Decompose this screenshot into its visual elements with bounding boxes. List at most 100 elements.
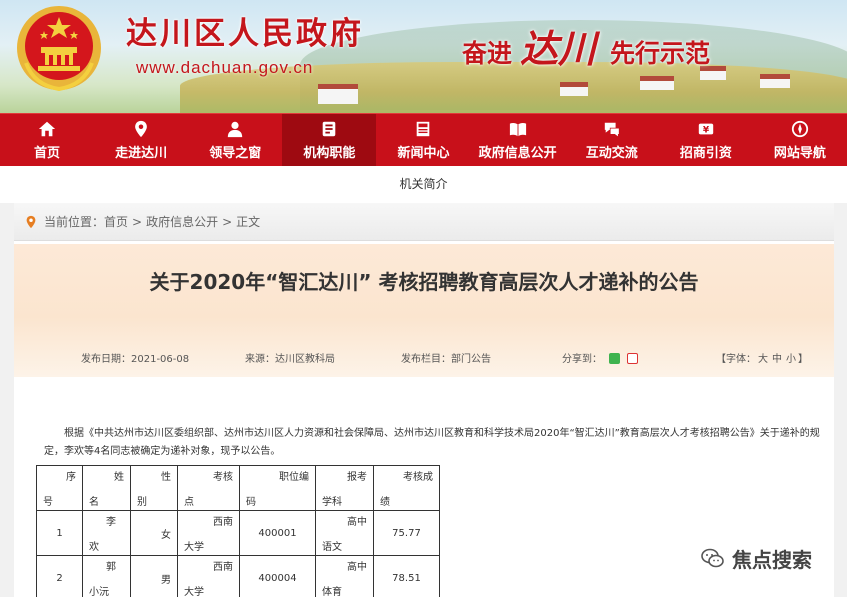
left-margin [0, 166, 14, 597]
header-text: 号 [43, 497, 53, 508]
person-icon [228, 121, 243, 137]
nav-item-interaction[interactable]: 互动交流 [565, 114, 659, 166]
publish-date: 发布日期：2021-06-08 [81, 354, 190, 365]
header-cell: 考核成绩 [373, 465, 440, 511]
row-site: 西南 大学 [177, 510, 240, 556]
watermark-text: 焦点搜索 [732, 548, 812, 572]
candidate-table: 序号 姓名 性别 考核点 职位编码 报考 学科 考核成绩 1 李欢 女 西南 大学 … [36, 465, 440, 597]
name-text: 欢 [89, 542, 99, 553]
article-body: 根据《中共达州市达川区委组织部、达州市达川区人力资源和社会保障局、达州市达川区教… [44, 425, 824, 461]
nav-item-leaders[interactable]: 领导之窗 [188, 114, 282, 166]
nav-item-investment[interactable]: ¥ 招商引资 [659, 114, 753, 166]
slogan-part2: 达川 [520, 26, 597, 71]
row-code: 400001 [239, 510, 316, 556]
header-banner: 达川区人民政府 www.dachuan.gov.cn 奋进 达川 先行示范 [0, 0, 847, 113]
nav-item-about[interactable]: 走进达川 [94, 114, 188, 166]
subject-text: 体育 [322, 587, 342, 597]
nav-label: 走进达川 [115, 145, 168, 161]
watermark: 焦点搜索 [700, 544, 812, 573]
slogan-part1: 奋进 [462, 39, 513, 68]
article-title: 关于2020年“智汇达川” 考核招聘教育高层次人才递补的公告 [149, 270, 699, 294]
nav-item-news[interactable]: 新闻中心 [376, 114, 470, 166]
banner-house [318, 84, 358, 104]
breadcrumb-separator: > [222, 214, 233, 229]
chat-icon [604, 122, 620, 138]
name-text: 郭 [106, 562, 116, 573]
right-margin [834, 166, 847, 597]
main-nav: 首页 走进达川 领导之窗 机构职能 新闻中心 政府信息公开 互动交流 ¥ 招商引… [0, 113, 847, 166]
share-bar: 分享到： [562, 350, 639, 365]
row-subject: 高中语文 [315, 510, 374, 556]
site-url[interactable]: www.dachuan.gov.cn [136, 58, 313, 78]
row-name: 李欢 [82, 510, 131, 556]
news-icon [417, 121, 430, 136]
compass-icon [791, 120, 809, 137]
table-row: 1 李欢 女 西南 大学 400001 高中 语文 75.77 [36, 510, 440, 556]
subject-text: 语文 [322, 542, 342, 553]
subject-text: 高中 [347, 517, 367, 528]
row-score: 78.51 [373, 555, 440, 597]
breadcrumb: 当前位置： 首页 > 政府信息公开 > 正文 [14, 203, 834, 241]
header-cell: 报考 学科 [315, 465, 374, 511]
font-size-prefix: 【字体： [716, 354, 756, 365]
header-cell: 性别 [130, 465, 178, 511]
font-size-suffix: 】 [798, 354, 808, 365]
wechat-share-icon[interactable] [609, 353, 621, 364]
header-text: 报考 [347, 472, 367, 483]
breadcrumb-home[interactable]: 首页 [104, 203, 128, 241]
article-header: 关于2020年“智汇达川” 考核招聘教育高层次人才递补的公告 发布日期：2021… [14, 244, 834, 377]
font-small-link[interactable]: 小 [786, 354, 796, 365]
name-text: 李 [106, 517, 116, 528]
site-text: 大学 [184, 587, 204, 597]
header-text: 别 [137, 497, 147, 508]
breadcrumb-prefix: 当前位置： [44, 214, 105, 229]
sub-nav-tab[interactable]: 机关简介 [0, 166, 847, 203]
site-text: 大学 [184, 542, 204, 553]
nav-label: 机构职能 [303, 145, 356, 161]
slogan: 奋进 达川 先行示范 [462, 18, 710, 73]
table-header-row: 序号 姓名 性别 考核点 职位编码 报考 学科 考核成绩 [36, 465, 440, 511]
name-text: 小沅 [89, 587, 109, 597]
row-gender: 女 [130, 510, 178, 556]
header-cell: 考核点 [177, 465, 240, 511]
book-icon [509, 122, 526, 136]
header-text: 点 [184, 497, 194, 508]
nav-item-sitemap[interactable]: 网站导航 [753, 114, 847, 166]
nav-label: 首页 [34, 145, 61, 161]
row-name: 郭小沅 [82, 555, 131, 597]
row-subject: 高中体育 [315, 555, 374, 597]
font-large-link[interactable]: 大 [758, 354, 768, 365]
org-icon [323, 121, 336, 136]
row-number: 1 [36, 510, 83, 556]
header-text: 绩 [380, 497, 390, 508]
location-pin-icon [26, 215, 36, 228]
money-icon: ¥ [698, 123, 714, 135]
nav-label: 新闻中心 [397, 145, 450, 161]
nav-label: 招商引资 [679, 145, 732, 161]
nav-item-gov-info[interactable]: 政府信息公开 [471, 114, 565, 166]
sub-nav-label[interactable]: 机关简介 [399, 177, 447, 191]
subject-text: 高中 [347, 562, 367, 573]
home-icon [38, 121, 56, 136]
header-cell: 姓名 [82, 465, 131, 511]
article-paragraph: 根据《中共达州市达川区委组织部、达州市达川区人力资源和社会保障局、达州市达川区教… [44, 428, 820, 457]
share-label: 分享到： [562, 354, 602, 365]
gender-text: 男 [161, 575, 171, 586]
location-icon [135, 120, 148, 137]
header-text: 考核 [213, 472, 233, 483]
font-medium-link[interactable]: 中 [772, 354, 782, 365]
header-text: 姓 [114, 472, 124, 483]
row-score: 75.77 [373, 510, 440, 556]
header-text: 考核成 [403, 472, 433, 483]
nav-item-home[interactable]: 首页 [0, 114, 94, 166]
nav-label: 领导之窗 [209, 145, 262, 161]
row-code: 400004 [239, 555, 316, 597]
article-column: 发布栏目：部门公告 [401, 354, 491, 365]
gender-text: 女 [161, 530, 171, 541]
breadcrumb-gov-info[interactable]: 政府信息公开 [146, 203, 218, 241]
weibo-share-icon[interactable] [627, 353, 639, 364]
nav-item-organization[interactable]: 机构职能 [282, 114, 377, 166]
header-text: 职位编 [279, 472, 309, 483]
breadcrumb-separator: > [132, 214, 143, 229]
header-text: 名 [89, 497, 99, 508]
